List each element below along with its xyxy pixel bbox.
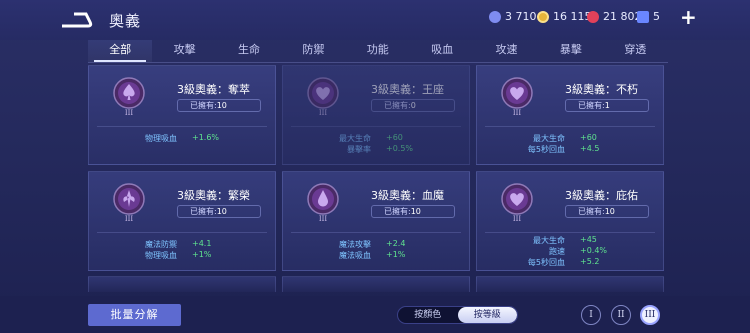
tab-defense[interactable]: 防禦 bbox=[281, 40, 345, 62]
stat-value: +2.4 bbox=[386, 239, 406, 248]
tab-divider bbox=[88, 62, 668, 63]
stat-value: +0.5% bbox=[386, 144, 414, 153]
svg-text:III: III bbox=[125, 215, 134, 223]
divider bbox=[97, 232, 267, 233]
coin-counter: 3 710 bbox=[489, 10, 537, 23]
emblem-name: 3級奧義：不朽 bbox=[565, 83, 638, 96]
emblem-card-partial[interactable] bbox=[282, 276, 470, 292]
back-arrow-icon[interactable] bbox=[60, 10, 94, 30]
emblem-card[interactable]: III 3級奧義：不朽 已擁有:1 最大生命 +60 每5秒回血 +4.5 bbox=[476, 65, 664, 165]
owned-count: 已擁有:10 bbox=[565, 205, 649, 218]
svg-text:III: III bbox=[319, 215, 328, 223]
stat-name: 魔法防禦 bbox=[145, 240, 177, 249]
category-tabs: 全部 攻擊 生命 防禦 功能 吸血 攻速 暴擊 穿透 bbox=[88, 40, 668, 62]
svg-text:III: III bbox=[125, 109, 134, 117]
stat-value: +5.2 bbox=[580, 257, 600, 266]
tab-critical[interactable]: 暴擊 bbox=[539, 40, 603, 62]
emblem-card[interactable]: III 3級奧義：奪萃 已擁有:10 物理吸血 +1.6% bbox=[88, 65, 276, 165]
sort-by-color-button[interactable]: 按顏色 bbox=[398, 307, 458, 323]
emblem-grid: III 3級奧義：奪萃 已擁有:10 物理吸血 +1.6% III 3級奧義：王… bbox=[88, 65, 664, 295]
stat-value: +4.5 bbox=[580, 144, 600, 153]
ticket-icon bbox=[637, 10, 649, 23]
emblem-name: 3級奧義：庇佑 bbox=[565, 189, 638, 202]
stat-name: 魔法攻擊 bbox=[339, 240, 371, 249]
stat-name: 魔法吸血 bbox=[339, 251, 371, 260]
divider bbox=[485, 232, 655, 233]
tab-health[interactable]: 生命 bbox=[217, 40, 281, 62]
tab-function[interactable]: 功能 bbox=[346, 40, 410, 62]
stat-value: +45 bbox=[580, 235, 597, 244]
emblem-heart-icon: III bbox=[501, 183, 533, 223]
coin-icon bbox=[489, 10, 501, 23]
stat-value: +60 bbox=[580, 133, 597, 142]
emblem-name: 3級奧義：繁榮 bbox=[177, 189, 250, 202]
ruby-counter: 21 802 bbox=[587, 10, 642, 23]
stat-name: 跑速 bbox=[549, 247, 565, 256]
stat-name: 最大生命 bbox=[533, 134, 565, 143]
add-currency-button[interactable]: + bbox=[680, 5, 697, 29]
owned-count: 已擁有:10 bbox=[177, 205, 261, 218]
tab-lifesteal[interactable]: 吸血 bbox=[410, 40, 474, 62]
svg-text:III: III bbox=[513, 215, 522, 223]
tab-all[interactable]: 全部 bbox=[88, 40, 153, 62]
emblem-name: 3級奧義：血魔 bbox=[371, 189, 444, 202]
emblem-card[interactable]: III 3級奧義：血魔 已擁有:10 魔法攻擊 +2.4 魔法吸血 +1% bbox=[282, 171, 470, 271]
bulk-decompose-button[interactable]: 批量分解 bbox=[88, 304, 181, 326]
stat-name: 最大生命 bbox=[533, 236, 565, 245]
stat-value: +4.1 bbox=[192, 239, 212, 248]
svg-text:III: III bbox=[513, 109, 522, 117]
sort-toggle: 按顏色 按等級 bbox=[397, 306, 518, 324]
emblem-card[interactable]: III 3級奧義：庇佑 已擁有:10 最大生命 +45 跑速 +0.4% 每5秒… bbox=[476, 171, 664, 271]
owned-count: 已擁有:10 bbox=[371, 205, 455, 218]
tab-attack[interactable]: 攻擊 bbox=[152, 40, 216, 62]
page-title: 奧義 bbox=[109, 12, 142, 30]
emblem-card-partial[interactable] bbox=[88, 276, 276, 292]
stat-name: 每5秒回血 bbox=[527, 145, 565, 154]
stat-name: 最大生命 bbox=[339, 134, 371, 143]
emblem-card[interactable]: III 3級奧義：繁榮 已擁有:10 魔法防禦 +4.1 物理吸血 +1% bbox=[88, 171, 276, 271]
emblem-name: 3級奧義：王座 bbox=[371, 83, 444, 96]
tab-penetration[interactable]: 穿透 bbox=[603, 40, 667, 62]
divider bbox=[485, 126, 655, 127]
stat-value: +60 bbox=[386, 133, 403, 142]
level-filter-1[interactable]: I bbox=[581, 305, 601, 325]
stat-name: 物理吸血 bbox=[145, 251, 177, 260]
tab-attack-speed[interactable]: 攻速 bbox=[474, 40, 538, 62]
level-filter-2[interactable]: II bbox=[611, 305, 631, 325]
divider bbox=[291, 232, 461, 233]
emblem-fleur-icon: III bbox=[113, 183, 145, 223]
owned-count: 已擁有:10 bbox=[177, 99, 261, 112]
emblem-card[interactable]: III 3級奧義：王座 已擁有:0 最大生命 +60 暴擊率 +0.5% bbox=[282, 65, 470, 165]
gold-counter: 16 115 bbox=[537, 10, 592, 23]
stat-value: +1% bbox=[386, 250, 406, 259]
divider bbox=[291, 126, 461, 127]
stat-name: 每5秒回血 bbox=[527, 258, 565, 267]
stat-name: 暴擊率 bbox=[347, 145, 371, 154]
owned-count: 已擁有:1 bbox=[565, 99, 649, 112]
stat-value: +1% bbox=[192, 250, 212, 259]
ticket-counter: 5 bbox=[637, 10, 660, 23]
sort-by-level-button[interactable]: 按等級 bbox=[457, 307, 517, 323]
divider bbox=[97, 126, 267, 127]
owned-count: 已擁有:0 bbox=[371, 99, 455, 112]
emblem-heart-icon: III bbox=[307, 77, 339, 117]
emblem-drop-icon: III bbox=[307, 183, 339, 223]
emblem-heart-icon: III bbox=[501, 77, 533, 117]
emblem-spade-icon: III bbox=[113, 77, 145, 117]
stat-name: 物理吸血 bbox=[145, 134, 177, 143]
ruby-icon bbox=[587, 10, 599, 23]
svg-text:III: III bbox=[319, 109, 328, 117]
level-filter-3[interactable]: III bbox=[640, 305, 660, 325]
gold-medal-icon bbox=[537, 10, 549, 23]
stat-value: +0.4% bbox=[580, 246, 608, 255]
stat-value: +1.6% bbox=[192, 133, 220, 142]
emblem-card-partial[interactable] bbox=[476, 276, 664, 292]
emblem-name: 3級奧義：奪萃 bbox=[177, 83, 250, 96]
